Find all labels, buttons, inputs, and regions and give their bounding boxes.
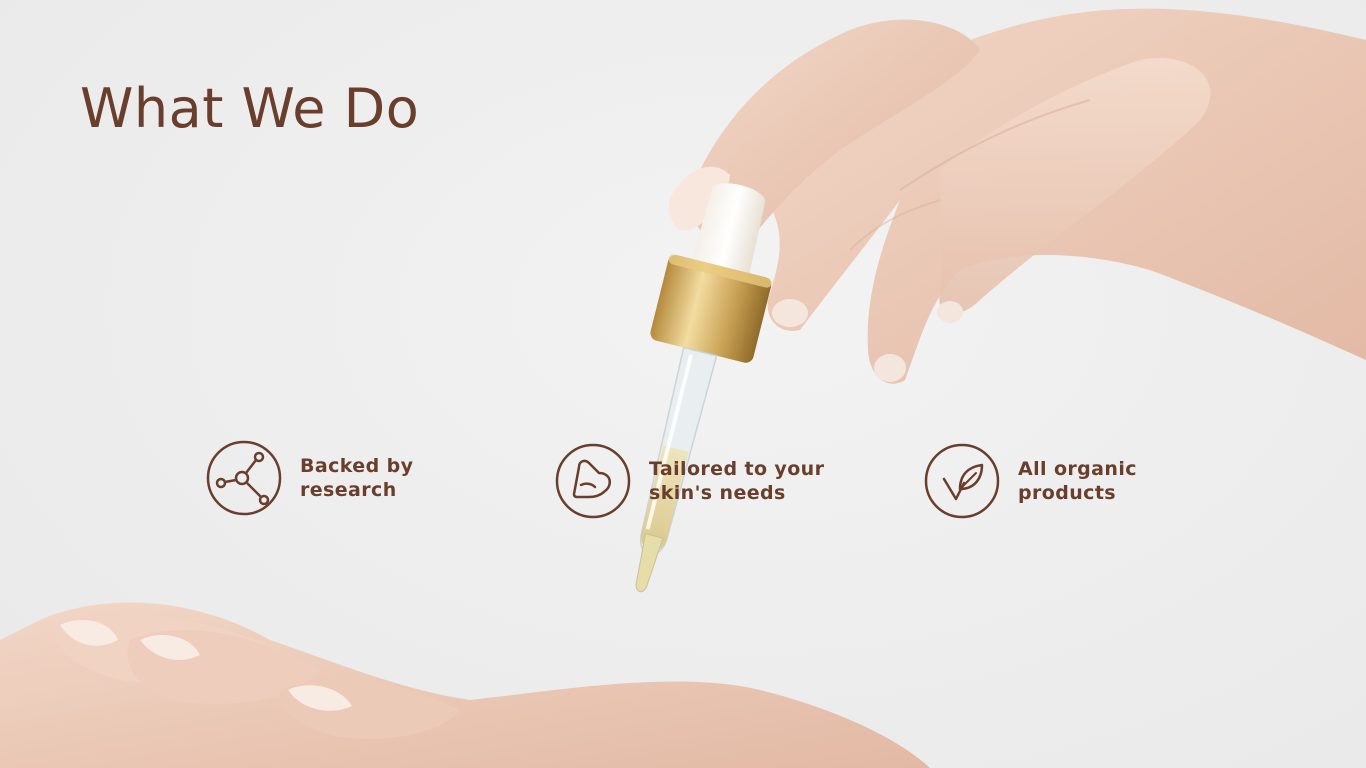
feature-label-line2: products [1018,482,1117,504]
heart-drop-icon [555,443,631,519]
feature-label-line2: skin's needs [649,482,786,504]
feature-all-organic: All organic products [924,443,1228,519]
feature-label: Backed by research [300,454,510,502]
dropper [635,183,772,593]
feature-label-line1: All organic [1018,458,1137,480]
molecule-icon [206,440,282,516]
feature-backed-by-research: Backed by research [206,440,510,516]
slide: What We Do Backed by research Tailored t… [0,0,1366,768]
lower-hand [0,602,930,768]
upper-hand [668,8,1366,384]
feature-label-line2: research [300,479,397,501]
leaf-check-icon [924,443,1000,519]
feature-label-line1: Tailored to your [649,458,825,480]
feature-label: Tailored to your skin's needs [649,457,859,505]
feature-label: All organic products [1018,457,1228,505]
feature-tailored: Tailored to your skin's needs [555,443,859,519]
page-title: What We Do [80,77,420,140]
feature-label-line1: Backed by [300,455,414,477]
